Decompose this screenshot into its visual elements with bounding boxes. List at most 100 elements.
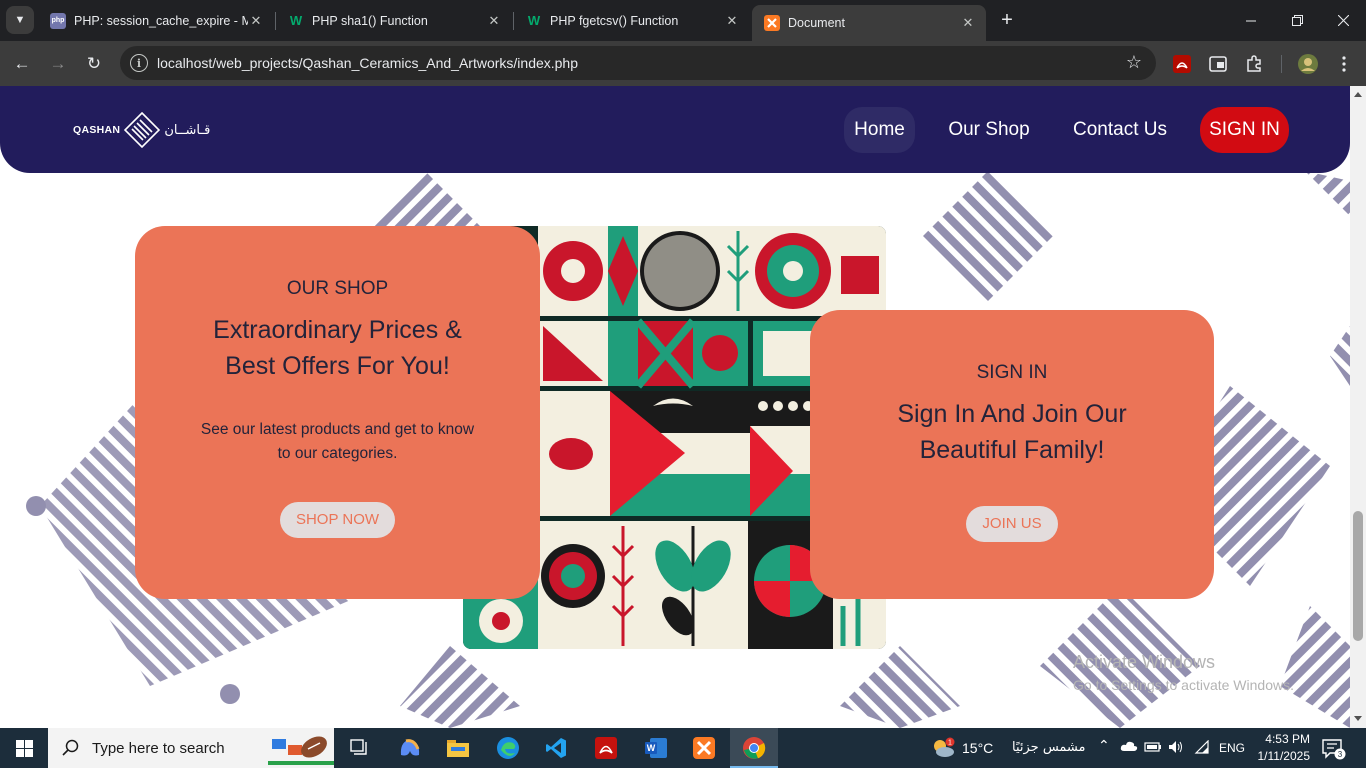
nav-home[interactable]: Home — [844, 107, 915, 153]
folder-icon — [447, 740, 469, 757]
shop-now-button[interactable]: SHOP NOW — [279, 502, 396, 538]
weather-widget[interactable]: 1 — [926, 728, 960, 768]
browser-toolbar: ← → ↻ i localhost/web_projects/Qashan_Ce… — [0, 41, 1366, 86]
search-icon — [62, 739, 79, 756]
vscode-icon — [546, 738, 566, 758]
star-icon[interactable]: ☆ — [1126, 52, 1142, 73]
tab-title: PHP fgetcsv() Function — [550, 13, 679, 28]
close-icon[interactable]: ✕ — [248, 13, 264, 29]
search-highlight-icon — [268, 736, 334, 765]
tab-document[interactable]: Document ✕ — [752, 5, 986, 41]
svg-text:W: W — [647, 743, 656, 753]
address-bar[interactable]: i localhost/web_projects/Qashan_Ceramics… — [120, 46, 1156, 80]
weather-temperature[interactable]: 15°C — [962, 740, 993, 756]
page-scrollbar[interactable] — [1350, 86, 1366, 728]
back-button[interactable]: ← — [10, 52, 34, 76]
word-icon: W — [645, 738, 667, 758]
start-button[interactable] — [0, 728, 48, 768]
tab-search-button[interactable]: ▼ — [6, 6, 34, 34]
w3schools-favicon-icon: W — [289, 13, 303, 28]
logo-diamond-icon — [124, 112, 161, 148]
shop-card-headline-1: Extraordinary Prices & — [213, 316, 462, 344]
restore-button[interactable] — [1274, 0, 1320, 41]
clock-date[interactable]: 1/11/2025 — [1252, 749, 1311, 763]
url-text[interactable]: localhost/web_projects/Qashan_Ceramics_A… — [157, 46, 578, 80]
logo-text: QASHAN — [73, 124, 121, 136]
logo-arabic-text: قـاشــان — [164, 122, 211, 138]
close-icon[interactable]: ✕ — [960, 15, 976, 31]
scroll-down-arrow-icon[interactable] — [1354, 716, 1362, 721]
chevron-up-icon[interactable]: ⌃ — [1098, 737, 1110, 754]
wifi-icon[interactable] — [1194, 739, 1210, 757]
speaker-icon[interactable] — [1168, 740, 1184, 757]
scrollbar-thumb[interactable] — [1353, 511, 1363, 641]
vscode-button[interactable] — [532, 728, 580, 768]
xampp-favicon-icon — [764, 15, 780, 31]
shop-card-headline-2: Best Offers For You! — [225, 352, 450, 380]
our-shop-card: OUR SHOP Extraordinary Prices & Best Off… — [135, 226, 540, 599]
signin-card-headline-1: Sign In And Join Our — [897, 400, 1127, 428]
reload-button[interactable]: ↻ — [82, 52, 106, 76]
close-window-button[interactable] — [1320, 0, 1366, 41]
close-icon[interactable]: ✕ — [486, 13, 502, 29]
file-explorer-button[interactable] — [434, 728, 482, 768]
minimize-button[interactable] — [1228, 0, 1274, 41]
acrobat-extension-icon[interactable] — [1170, 52, 1194, 76]
edge-button[interactable] — [484, 728, 532, 768]
search-placeholder: Type here to search — [92, 739, 225, 757]
clock-time[interactable]: 4:53 PM — [1256, 732, 1310, 746]
nav-our-shop[interactable]: Our Shop — [940, 107, 1038, 153]
media-control-icon[interactable] — [1206, 52, 1230, 76]
language-indicator[interactable]: ENG — [1219, 741, 1245, 755]
shop-card-desc-2: to our categories. — [277, 445, 398, 462]
tab-php-sha1[interactable]: W PHP sha1() Function ✕ — [276, 0, 512, 41]
forward-button[interactable]: → — [46, 52, 70, 76]
weather-condition[interactable]: مشمس جزئيًا — [1012, 740, 1086, 755]
svg-text:1: 1 — [948, 740, 952, 747]
notification-center-button[interactable]: 3 — [1322, 738, 1346, 763]
nav-sign-in-button[interactable]: SIGN IN — [1200, 107, 1289, 153]
w3schools-favicon-icon: W — [527, 13, 541, 28]
minimize-icon — [1246, 20, 1256, 21]
watermark-title: Activate Windows — [1073, 652, 1216, 672]
tab-title: PHP: session_cache_expire - Ma — [74, 13, 248, 28]
site-header: QASHAN قـاشــان Home Our Shop Contact Us… — [0, 86, 1350, 173]
new-tab-button[interactable]: + — [996, 9, 1018, 31]
chrome-button[interactable] — [730, 728, 778, 768]
taskbar-search-input[interactable]: Type here to search — [48, 728, 334, 768]
nav-contact-us[interactable]: Contact Us — [1062, 107, 1178, 153]
tab-title: PHP sha1() Function — [312, 13, 428, 28]
join-us-button[interactable]: JOIN US — [966, 506, 1058, 542]
extensions-puzzle-icon[interactable] — [1242, 52, 1266, 76]
copilot-button[interactable] — [386, 728, 434, 768]
edge-icon — [497, 737, 519, 759]
scroll-up-arrow-icon[interactable] — [1354, 92, 1362, 97]
signin-card-kicker: SIGN IN — [976, 362, 1048, 383]
close-icon[interactable]: ✕ — [724, 13, 740, 29]
menu-kebab-icon[interactable] — [1332, 52, 1356, 76]
tab-php-session[interactable]: php PHP: session_cache_expire - Ma ✕ — [38, 0, 274, 41]
arrow-right-icon: → — [49, 54, 67, 73]
tab-php-fgetcsv[interactable]: W PHP fgetcsv() Function ✕ — [514, 0, 750, 41]
partly-sunny-icon: 1 — [934, 737, 955, 757]
chrome-icon — [743, 737, 766, 759]
arrow-left-icon: ← — [13, 54, 31, 73]
notification-icon: 3 — [1322, 739, 1346, 760]
site-logo[interactable]: QASHAN قـاشــان — [73, 112, 210, 148]
info-icon[interactable]: i — [130, 54, 148, 72]
watermark-subtitle: Go to Settings to activate Windows. — [1073, 677, 1294, 693]
onedrive-icon[interactable] — [1120, 740, 1138, 755]
profile-avatar[interactable] — [1296, 52, 1320, 76]
task-view-button[interactable] — [336, 728, 384, 768]
word-button[interactable]: W — [632, 728, 680, 768]
chevron-down-icon: ▼ — [14, 14, 26, 26]
web-page: QASHAN قـاشــان Home Our Shop Contact Us… — [0, 86, 1350, 728]
acrobat-button[interactable] — [582, 728, 630, 768]
sign-in-card: SIGN IN Sign In And Join Our Beautiful F… — [810, 310, 1214, 599]
windows-taskbar: Type here to search W 1 15°C مشمس جزئيًا — [0, 728, 1366, 768]
xampp-button[interactable] — [680, 728, 728, 768]
tab-strip: ▼ php PHP: session_cache_expire - Ma ✕ W… — [0, 0, 1366, 41]
close-window-icon — [1337, 15, 1349, 26]
shop-card-desc-1: See our latest products and get to know — [200, 421, 475, 438]
battery-icon[interactable] — [1144, 741, 1162, 756]
